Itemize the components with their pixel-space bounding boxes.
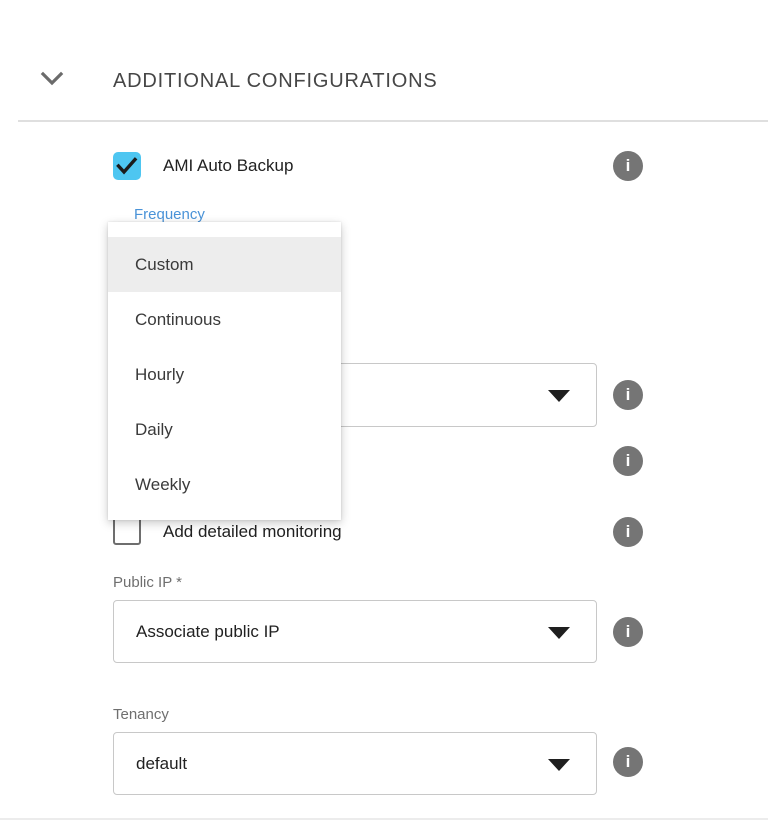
ami-auto-backup-label: AMI Auto Backup [163,156,293,176]
frequency-field-label: Frequency [134,206,205,223]
info-glyph: i [626,385,631,405]
tenancy-info-icon[interactable]: i [613,747,643,777]
detailed-monitoring-label: Add detailed monitoring [163,522,342,542]
dropdown-arrow-icon [548,390,570,402]
section-title: ADDITIONAL CONFIGURATIONS [113,70,437,93]
menu-item-daily[interactable]: Daily [108,402,341,457]
public-ip-select-value: Associate public IP [136,622,280,642]
public-ip-select[interactable]: Associate public IP [113,600,597,663]
info-glyph: i [626,752,631,772]
tenancy-field-label: Tenancy [113,706,169,723]
menu-item-custom[interactable]: Custom [108,237,341,292]
chevron-down-icon [40,70,64,88]
info-glyph: i [626,522,631,542]
tenancy-select-value: default [136,754,187,774]
public-ip-info-icon[interactable]: i [613,617,643,647]
hidden-row-info-icon[interactable]: i [613,446,643,476]
info-glyph: i [626,156,631,176]
public-ip-field-label: Public IP * [113,574,182,591]
info-glyph: i [626,451,631,471]
section-divider [18,120,768,122]
dropdown-arrow-icon [548,759,570,771]
dropdown-arrow-icon [548,627,570,639]
info-glyph: i [626,622,631,642]
ami-auto-backup-checkbox[interactable] [113,152,141,180]
menu-item-weekly[interactable]: Weekly [108,457,341,512]
menu-item-hourly[interactable]: Hourly [108,347,341,402]
detailed-monitoring-checkbox[interactable] [113,517,141,545]
checkmark-icon [116,157,138,175]
frequency-dropdown-menu: Custom Continuous Hourly Daily Weekly [108,222,341,520]
detailed-monitoring-info-icon[interactable]: i [613,517,643,547]
menu-item-continuous[interactable]: Continuous [108,292,341,347]
tenancy-select[interactable]: default [113,732,597,795]
ami-auto-backup-info-icon[interactable]: i [613,151,643,181]
bottom-divider [0,818,768,820]
section-collapse-chevron-icon[interactable] [40,70,64,88]
frequency-info-icon[interactable]: i [613,380,643,410]
